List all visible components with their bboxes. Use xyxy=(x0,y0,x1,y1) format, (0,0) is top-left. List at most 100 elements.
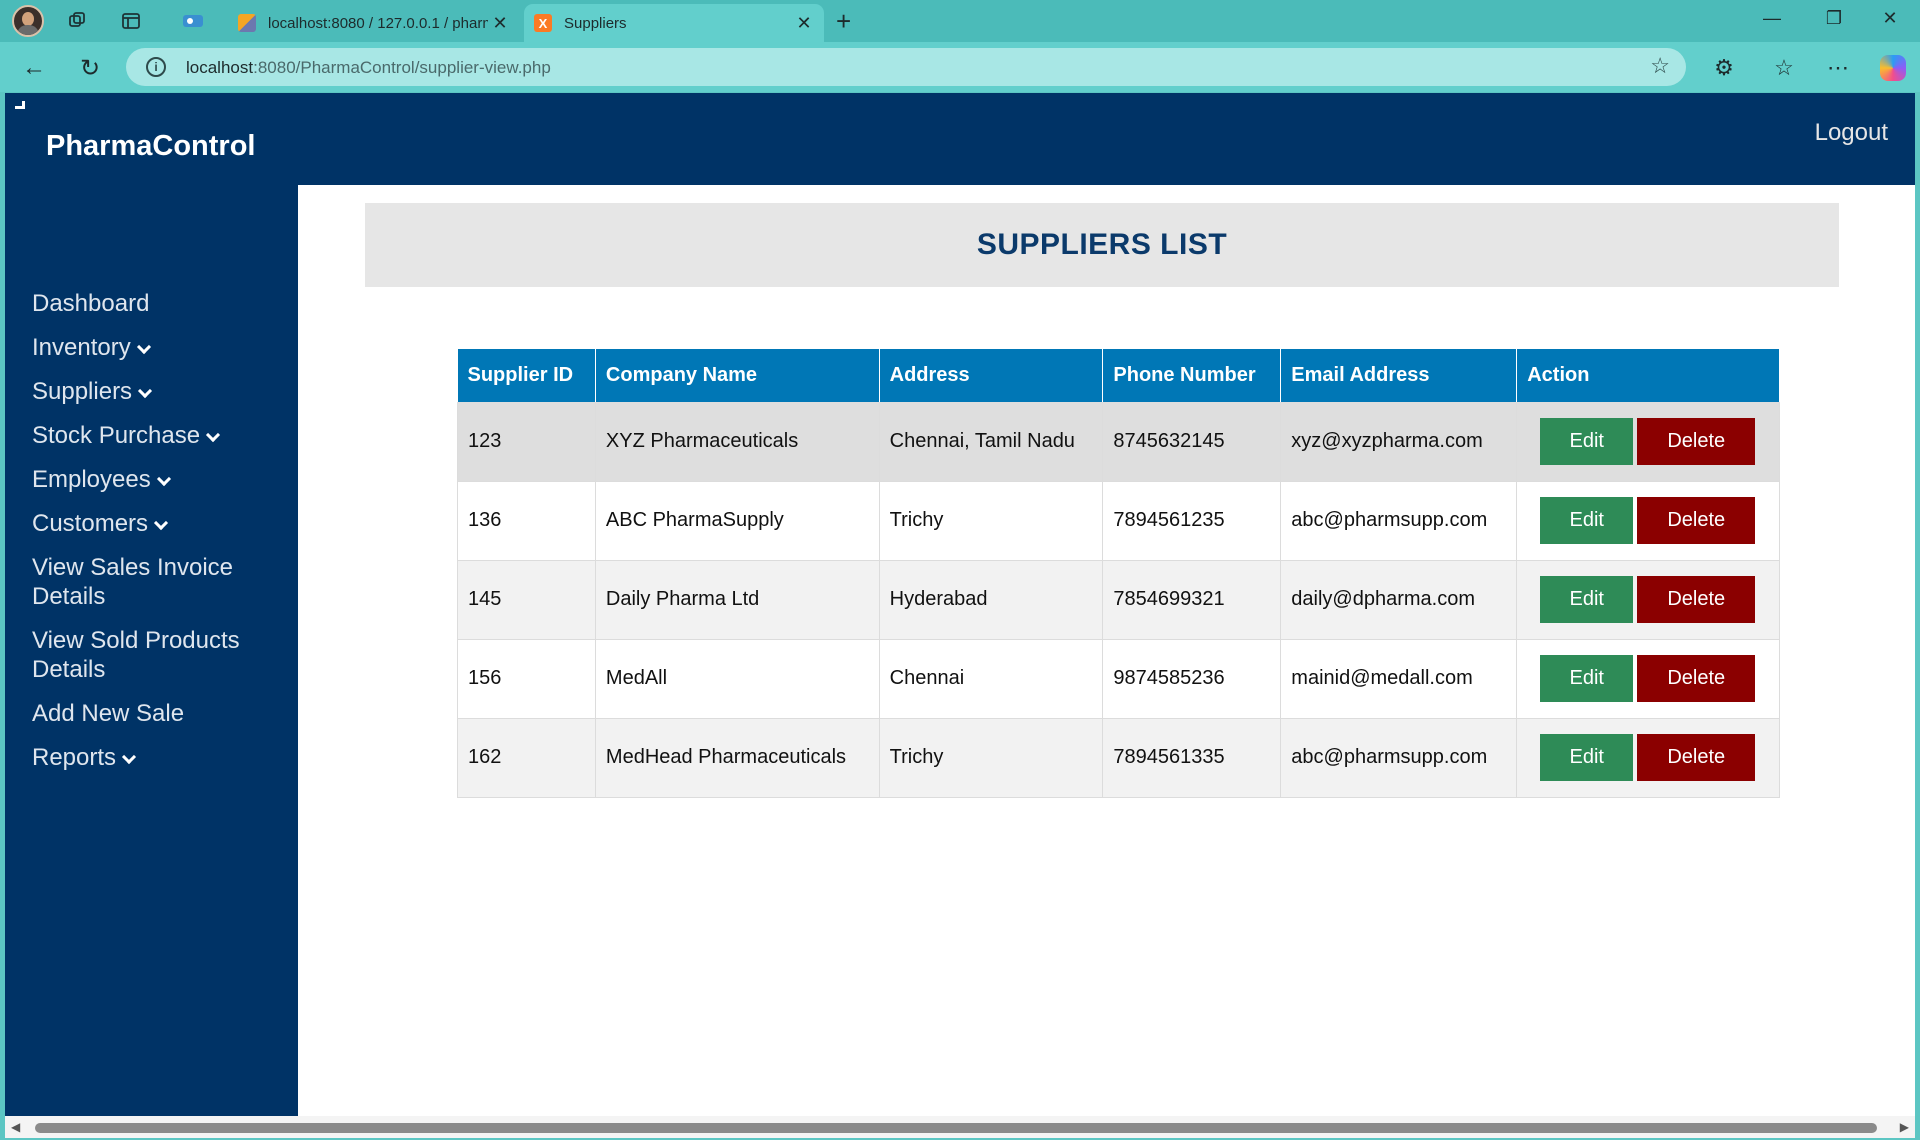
browser-toolbar: ← ↻ i localhost:8080/PharmaControl/suppl… xyxy=(0,42,1920,92)
edit-button[interactable]: Edit xyxy=(1540,497,1634,544)
delete-button[interactable]: Delete xyxy=(1637,655,1756,702)
cell-phone-number: 7854699321 xyxy=(1102,560,1282,640)
minimize-icon[interactable]: — xyxy=(1752,8,1792,29)
table-row: 136 ABC PharmaSupply Trichy 7894561235 a… xyxy=(457,481,1780,561)
cell-email-address: daily@dpharma.com xyxy=(1280,560,1518,640)
tab-actions-icon[interactable] xyxy=(116,6,146,36)
sidebar-item-stock-purchase[interactable]: Stock Purchase xyxy=(32,421,282,450)
xampp-favicon-icon: X xyxy=(534,14,552,32)
edit-button[interactable]: Edit xyxy=(1540,655,1634,702)
column-header-company-name: Company Name xyxy=(595,349,880,402)
extensions-icon[interactable]: ⚙ xyxy=(1708,52,1740,84)
url-text[interactable]: localhost:8080/PharmaControl/supplier-vi… xyxy=(186,58,551,78)
pinned-tab-icon[interactable] xyxy=(178,6,208,36)
back-arrow-icon[interactable]: ← xyxy=(18,52,50,84)
cell-supplier-id: 156 xyxy=(457,639,596,719)
table-row: 162 MedHead Pharmaceuticals Trichy 78945… xyxy=(457,718,1780,798)
cell-address: Hyderabad xyxy=(879,560,1104,640)
browser-tab-bar: localhost:8080 / 127.0.0.1 / pharm ✕ X S… xyxy=(0,0,1920,42)
table-row: 145 Daily Pharma Ltd Hyderabad 785469932… xyxy=(457,560,1780,640)
site-info-icon[interactable]: i xyxy=(146,57,166,77)
reload-icon[interactable]: ↻ xyxy=(74,52,106,84)
chevron-down-icon xyxy=(136,339,151,355)
brand-title[interactable]: PharmaControl xyxy=(46,130,255,163)
delete-button[interactable]: Delete xyxy=(1637,417,1756,465)
sidebar-item-inventory[interactable]: Inventory xyxy=(32,333,282,362)
column-header-email-address: Email Address xyxy=(1280,349,1518,402)
sidebar-item-sold-products[interactable]: View Sold Products Details xyxy=(32,626,282,684)
tab-title: localhost:8080 / 127.0.0.1 / pharm xyxy=(268,14,488,32)
sidebar-item-customers[interactable]: Customers xyxy=(32,509,282,538)
cell-email-address: abc@pharmsupp.com xyxy=(1280,481,1518,561)
site-header: PharmaControl Logout xyxy=(5,93,1915,185)
horizontal-scrollbar[interactable]: ◀ ▶ xyxy=(5,1116,1915,1138)
cell-email-address: abc@pharmsupp.com xyxy=(1280,718,1518,798)
delete-button[interactable]: Delete xyxy=(1637,497,1756,544)
sidebar-item-reports[interactable]: Reports xyxy=(32,743,282,772)
close-tab-icon[interactable]: ✕ xyxy=(488,13,512,34)
chevron-down-icon xyxy=(137,383,153,399)
favorites-icon[interactable]: ☆ xyxy=(1768,52,1800,84)
column-header-action: Action xyxy=(1516,349,1780,402)
cell-phone-number: 7894561235 xyxy=(1102,481,1282,561)
cell-action: Edit Delete xyxy=(1516,639,1780,719)
tab-title: Suppliers xyxy=(564,14,627,32)
sidebar-item-suppliers[interactable]: Suppliers xyxy=(32,377,282,406)
chevron-down-icon xyxy=(121,749,137,765)
cell-phone-number: 9874585236 xyxy=(1102,639,1282,719)
profile-avatar[interactable] xyxy=(12,5,44,37)
cell-phone-number: 7894561335 xyxy=(1102,718,1282,798)
cell-supplier-id: 123 xyxy=(457,402,596,482)
scrollbar-thumb[interactable] xyxy=(35,1123,1877,1133)
chevron-down-icon xyxy=(206,427,221,443)
edit-button[interactable]: Edit xyxy=(1540,734,1634,781)
cell-company-name: XYZ Pharmaceuticals xyxy=(595,402,880,482)
delete-button[interactable]: Delete xyxy=(1637,734,1756,781)
logout-link[interactable]: Logout xyxy=(1815,119,1888,147)
sidebar-item-employees[interactable]: Employees xyxy=(32,465,282,494)
cell-email-address: xyz@xyzpharma.com xyxy=(1280,402,1518,482)
cell-address: Chennai xyxy=(879,639,1104,719)
scroll-left-arrow-icon[interactable]: ◀ xyxy=(11,1120,20,1134)
close-window-icon[interactable]: ✕ xyxy=(1870,8,1910,29)
copilot-icon[interactable] xyxy=(1880,55,1906,81)
workspaces-icon[interactable] xyxy=(62,6,92,36)
chevron-down-icon xyxy=(153,515,169,531)
cell-company-name: Daily Pharma Ltd xyxy=(595,560,880,640)
favorite-star-icon[interactable]: ☆ xyxy=(1650,53,1670,79)
cell-address: Chennai, Tamil Nadu xyxy=(879,402,1104,482)
page-title-banner: SUPPLIERS LIST xyxy=(365,203,1839,287)
column-header-address: Address xyxy=(879,349,1104,402)
sidebar-item-dashboard[interactable]: Dashboard xyxy=(32,289,282,318)
sidebar-item-add-new-sale[interactable]: Add New Sale xyxy=(32,699,282,728)
cell-company-name: MedAll xyxy=(595,639,880,719)
tab-suppliers[interactable]: X Suppliers ✕ xyxy=(524,4,824,42)
column-header-supplier-id: Supplier ID xyxy=(457,349,596,402)
restore-icon[interactable]: ❐ xyxy=(1814,8,1854,29)
edit-button[interactable]: Edit xyxy=(1540,576,1634,623)
cell-supplier-id: 162 xyxy=(457,718,596,798)
cell-address: Trichy xyxy=(879,718,1104,798)
phpmyadmin-favicon-icon xyxy=(238,14,256,32)
scroll-right-arrow-icon[interactable]: ▶ xyxy=(1900,1120,1909,1134)
cell-action: Edit Delete xyxy=(1516,402,1780,482)
corner-mark-icon xyxy=(15,101,25,109)
page-title: SUPPLIERS LIST xyxy=(976,228,1228,261)
address-bar[interactable]: i localhost:8080/PharmaControl/supplier-… xyxy=(126,48,1686,86)
new-tab-button[interactable]: + xyxy=(836,6,851,37)
cell-company-name: MedHead Pharmaceuticals xyxy=(595,718,880,798)
cell-action: Edit Delete xyxy=(1516,560,1780,640)
edit-button[interactable]: Edit xyxy=(1540,417,1634,465)
more-menu-icon[interactable]: ⋯ xyxy=(1822,52,1854,84)
cell-phone-number: 8745632145 xyxy=(1102,402,1282,482)
tab-phpmyadmin[interactable]: localhost:8080 / 127.0.0.1 / pharm ✕ xyxy=(228,4,520,42)
cell-action: Edit Delete xyxy=(1516,481,1780,561)
sidebar-item-sales-invoice[interactable]: View Sales Invoice Details xyxy=(32,553,282,611)
cell-email-address: mainid@medall.com xyxy=(1280,639,1518,719)
main-content: SUPPLIERS LIST Supplier ID Company Name … xyxy=(298,185,1915,1116)
delete-button[interactable]: Delete xyxy=(1637,576,1756,623)
page-viewport: PharmaControl Logout Dashboard Inventory… xyxy=(5,93,1915,1138)
close-tab-icon[interactable]: ✕ xyxy=(792,13,816,34)
cell-supplier-id: 145 xyxy=(457,560,596,640)
column-header-phone-number: Phone Number xyxy=(1102,349,1282,402)
